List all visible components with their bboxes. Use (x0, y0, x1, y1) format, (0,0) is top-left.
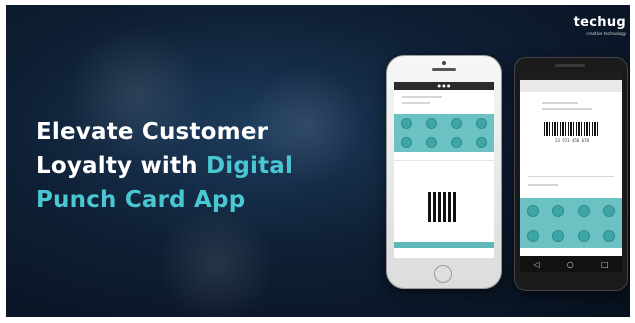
headline: Elevate Customer Loyalty with Digital Pu… (36, 115, 366, 217)
punch-card-stamps (520, 198, 622, 248)
stamp-icon[interactable] (476, 118, 487, 129)
stamp-icon[interactable] (476, 137, 487, 148)
stamp-icon[interactable] (426, 118, 437, 129)
text-line (528, 184, 558, 186)
back-icon[interactable]: ◁ (534, 260, 540, 269)
stamp-icon[interactable] (552, 229, 565, 242)
bottom-bar (394, 242, 494, 248)
home-icon[interactable]: ○ (567, 260, 574, 269)
speaker-grille (432, 68, 456, 71)
stamp-icon[interactable] (552, 204, 565, 217)
punch-card-stamps (394, 114, 494, 152)
headline-accent-word: Digital (205, 153, 294, 179)
iphone-mockup: ● ● ● (386, 55, 502, 289)
stamp-icon[interactable] (526, 229, 539, 242)
stamp-icon[interactable] (603, 204, 616, 217)
barcode-number: 23 573 456 670 (555, 138, 589, 143)
text-line (528, 176, 614, 177)
stamp-icon[interactable] (577, 204, 590, 217)
stamp-icon[interactable] (401, 118, 412, 129)
bokeh-light (156, 205, 276, 317)
logo-tagline: creative technology (586, 31, 626, 36)
stamp-icon[interactable] (426, 137, 437, 148)
headline-line-2: Loyalty with (36, 153, 206, 179)
android-mockup: 23 573 456 670 ◁ ○ □ (514, 57, 628, 291)
speaker-grille (555, 64, 585, 67)
text-line (542, 108, 592, 110)
stamp-icon[interactable] (577, 229, 590, 242)
android-screen: 23 573 456 670 ◁ ○ □ (520, 72, 622, 272)
barcode (544, 122, 600, 136)
stamp-icon[interactable] (603, 229, 616, 242)
headline-line-3: Punch Card App (36, 187, 246, 213)
camera-icon (442, 61, 446, 65)
stamp-icon[interactable] (451, 137, 462, 148)
headline-line-1: Elevate Customer (36, 119, 269, 145)
app-header-line (402, 96, 442, 98)
status-bar (520, 72, 622, 80)
promo-banner: techug creative technology Elevate Custo… (6, 5, 630, 317)
app-header-line (402, 102, 430, 104)
home-button[interactable] (434, 265, 452, 283)
brand-logo: techug creative technology (574, 15, 626, 36)
divider (394, 160, 494, 161)
stamp-icon[interactable] (401, 137, 412, 148)
status-bar: ● ● ● (394, 82, 494, 90)
android-nav-bar: ◁ ○ □ (520, 256, 622, 272)
stamp-icon[interactable] (526, 204, 539, 217)
qr-code (428, 192, 458, 222)
stamp-icon[interactable] (451, 118, 462, 129)
app-bar (520, 80, 622, 92)
recent-apps-icon[interactable]: □ (601, 260, 609, 269)
logo-name: techug (573, 15, 626, 30)
iphone-screen: ● ● ● (394, 82, 494, 258)
text-line (542, 102, 578, 104)
